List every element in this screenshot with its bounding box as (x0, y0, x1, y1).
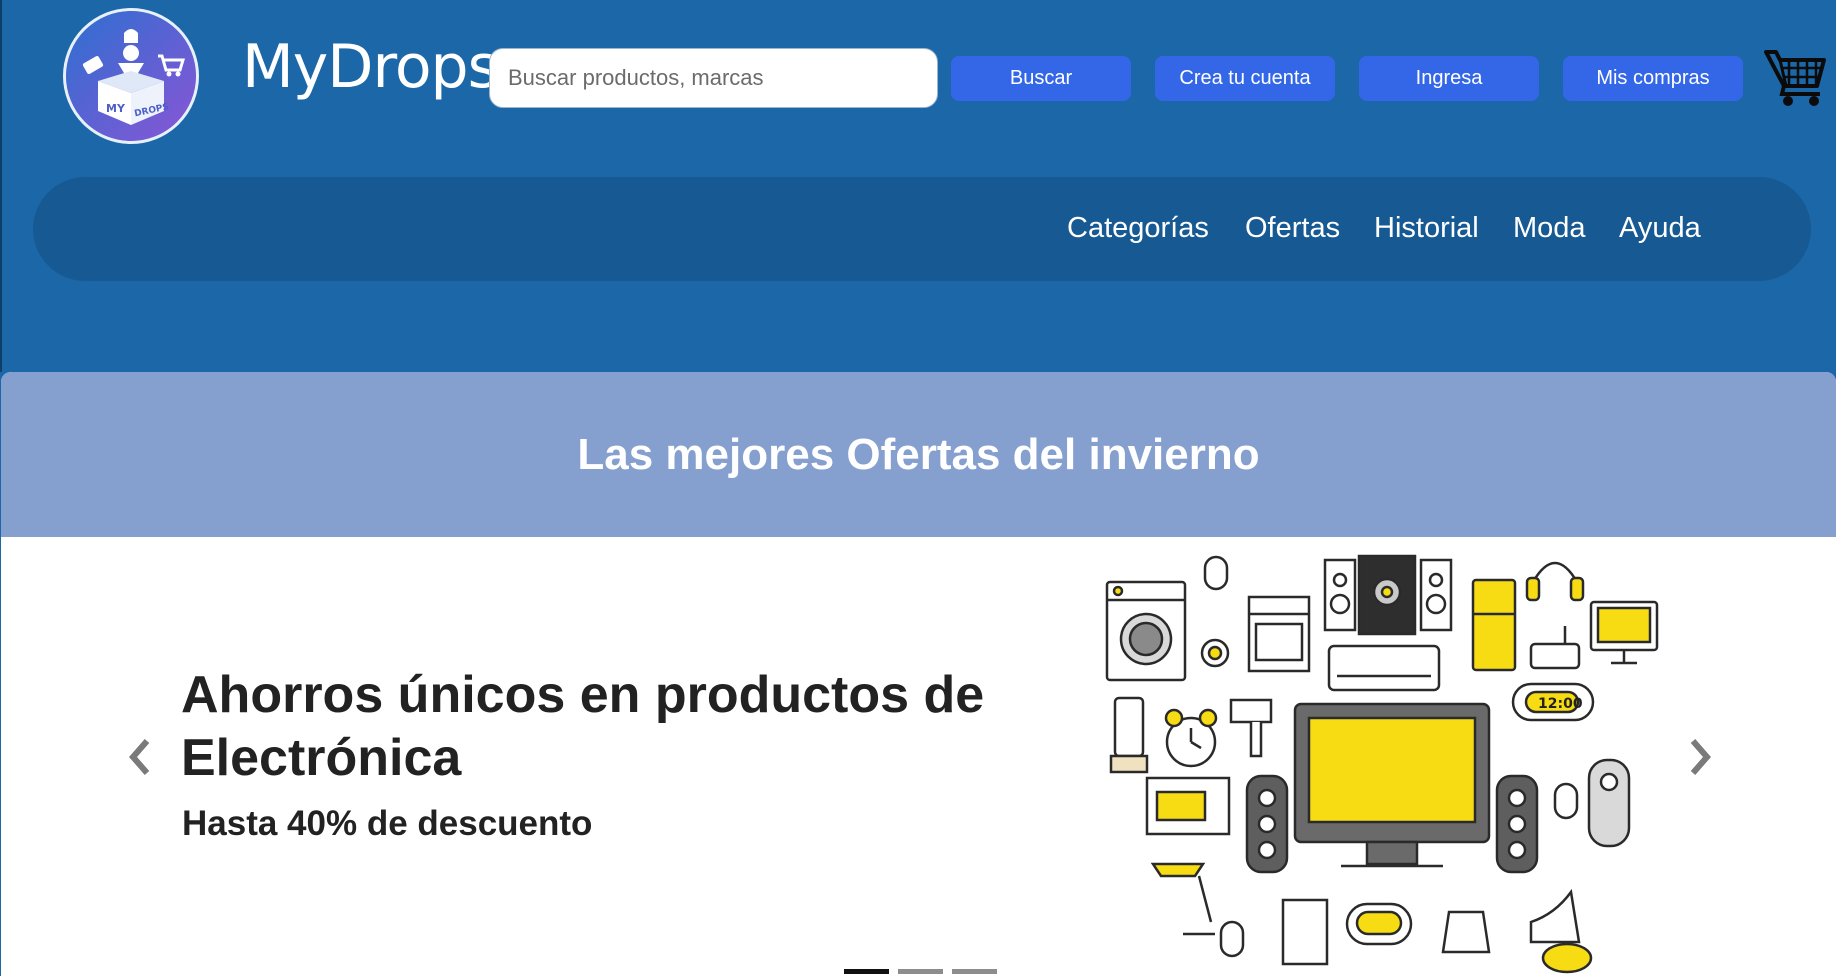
promo-discount: Hasta 40% de descuento (182, 804, 593, 843)
carousel-dot[interactable] (898, 969, 943, 974)
main-nav: Categorías Ofertas Historial Moda Ayuda (33, 177, 1811, 281)
shopping-cart-icon[interactable] (1764, 46, 1828, 108)
carousel-indicators (844, 969, 997, 974)
search-input[interactable] (489, 48, 938, 108)
nav-item-ofertas[interactable]: Ofertas (1245, 212, 1340, 245)
carousel-dot[interactable] (844, 969, 889, 974)
promo-title: Las mejores Ofertas del invierno (577, 429, 1260, 479)
nav-item-categorias[interactable]: Categorías (1067, 212, 1209, 245)
clock-radio-display: 12:00 (1538, 696, 1583, 712)
promo-carousel: Las mejores Ofertas del invierno Ahorros… (1, 372, 1836, 976)
electronics-illustration: 12:00 (1091, 542, 1671, 976)
brand-name[interactable]: MyDrops (242, 32, 499, 102)
logo-graphic: MY DROPS (66, 11, 196, 141)
promo-headline: Ahorros únicos en productos de Electróni… (181, 666, 985, 787)
nav-item-moda[interactable]: Moda (1513, 212, 1586, 245)
carousel-next-arrow-icon[interactable] (1685, 737, 1715, 777)
carousel-prev-arrow-icon[interactable] (125, 737, 155, 777)
create-account-button[interactable]: Crea tu cuenta (1155, 56, 1335, 101)
carousel-dot[interactable] (952, 969, 997, 974)
logo[interactable]: MY DROPS (63, 8, 199, 144)
nav-item-historial[interactable]: Historial (1374, 212, 1479, 245)
my-purchases-button[interactable]: Mis compras (1563, 56, 1743, 101)
search-button[interactable]: Buscar (951, 56, 1131, 101)
site-header: MY DROPS MyDrops Buscar Crea tu cuenta I… (0, 0, 1836, 372)
nav-item-ayuda[interactable]: Ayuda (1619, 212, 1701, 245)
logo-text-left: MY (106, 102, 126, 115)
login-button[interactable]: Ingresa (1359, 56, 1539, 101)
promo-banner: Las mejores Ofertas del invierno (1, 372, 1836, 537)
